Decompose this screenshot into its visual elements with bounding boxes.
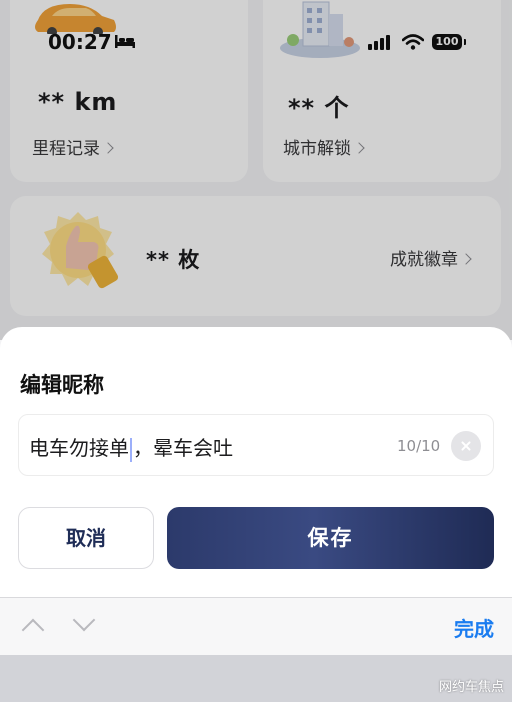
done-button[interactable]: 完成 [454, 613, 494, 642]
nickname-text-after-caret: ，晕车会吐 [133, 436, 233, 460]
keyboard-accessory-bar: 完成 [0, 597, 512, 656]
edit-nickname-sheet: 编辑昵称 电车勿接单 ，晕车会吐 10/10 取消 保存 [0, 327, 512, 599]
sheet-title: 编辑昵称 [20, 373, 104, 397]
keyboard-area [0, 655, 512, 702]
nickname-input-value: 电车勿接单 ，晕车会吐 [29, 432, 233, 462]
clear-input-button[interactable] [451, 431, 481, 461]
save-button[interactable]: 保存 [167, 507, 494, 569]
next-field-chevron-down-icon[interactable] [72, 608, 96, 632]
watermark: 网约车焦点 [438, 680, 504, 695]
nickname-input[interactable]: 电车勿接单 ，晕车会吐 10/10 [18, 414, 494, 476]
character-counter: 10/10 [397, 437, 441, 455]
modal-dim-overlay[interactable] [0, 0, 512, 340]
text-caret [130, 437, 132, 462]
cancel-button[interactable]: 取消 [18, 507, 154, 569]
nickname-text-before-caret: 电车勿接单 [29, 436, 129, 460]
previous-field-chevron-up-icon[interactable] [21, 618, 45, 642]
profile-page-background: 00:27 100 ** km 里程记录 ** 个 城市解锁 ** 枚 成就徽章 [0, 0, 512, 340]
